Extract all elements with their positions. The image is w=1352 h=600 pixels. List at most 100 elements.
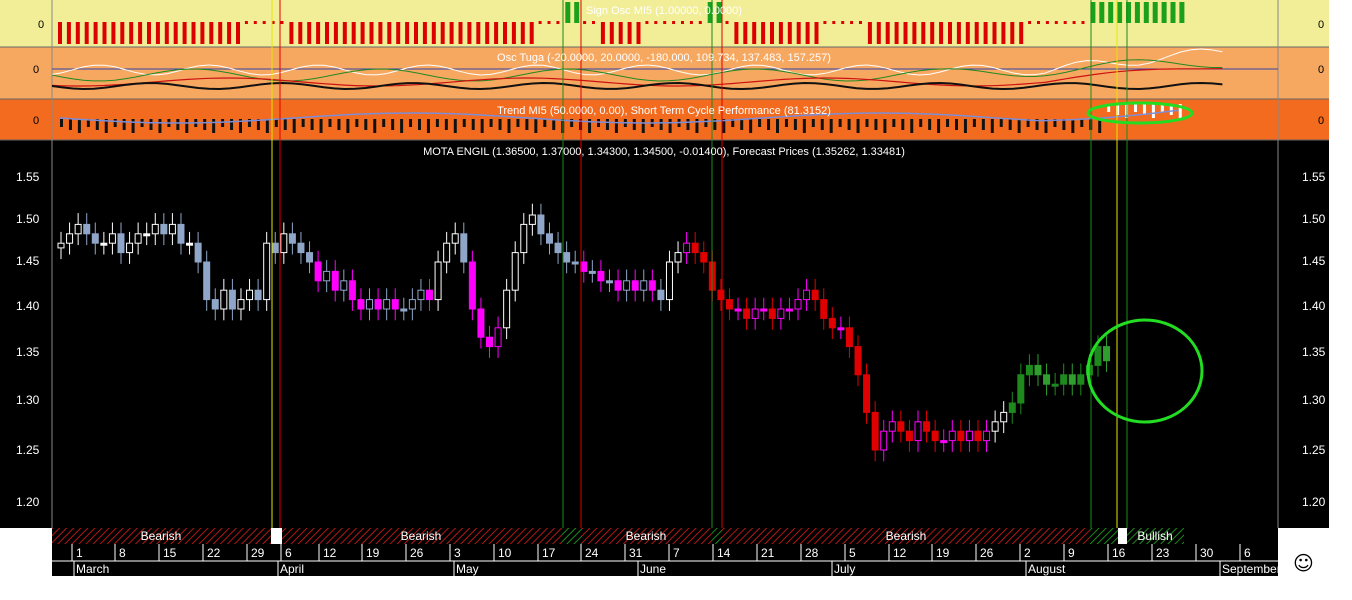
date-tick-label: 19 — [936, 546, 950, 560]
candle-body — [1017, 374, 1025, 404]
sign-osc-bar-bear — [867, 22, 872, 44]
date-tick-label: 5 — [849, 546, 856, 560]
sign-osc-bar-bull — [1143, 2, 1149, 23]
candle-body — [314, 261, 322, 282]
sign-osc-bar-bear — [930, 22, 935, 44]
sign-osc-bar-bear — [351, 22, 356, 44]
trend-zero-left: 0 — [33, 115, 39, 127]
regime-label: Bearish — [626, 529, 667, 543]
candle-body — [297, 242, 305, 254]
regime-band-bullish-a — [562, 528, 582, 544]
trend-bar-bear — [972, 119, 976, 127]
candle-body — [228, 289, 236, 310]
sign-osc-bar-bear — [200, 22, 205, 44]
candle-body — [494, 327, 502, 348]
candle-body — [537, 214, 545, 235]
sign-osc-bar-bear — [147, 22, 151, 44]
candle-body — [691, 242, 699, 254]
candle-body — [760, 308, 768, 312]
trend-bar-bear — [990, 119, 994, 133]
sign-osc-bar-bear — [333, 22, 338, 44]
trend-bar-bear — [489, 119, 493, 127]
date-tick-label: 16 — [1112, 546, 1126, 560]
candle-body — [1008, 402, 1016, 413]
date-tick-label: 8 — [119, 546, 126, 560]
candle-body — [1094, 346, 1102, 366]
osc-tuga-zero-right: 0 — [1318, 64, 1324, 76]
sign-osc-bar-bear — [814, 22, 819, 44]
sign-osc-bar-bear — [173, 22, 178, 44]
candle-body — [237, 299, 245, 310]
sign-osc-bar-bear — [494, 22, 499, 44]
trend-bar-bear — [865, 119, 869, 127]
sign-osc-bar-bear — [405, 22, 410, 44]
sign-osc-bar-bear — [894, 22, 899, 44]
sign-osc-bar-bear — [396, 22, 401, 44]
sign-osc-dot — [681, 21, 684, 24]
sign-osc-bar-bear — [787, 22, 792, 44]
candle-body — [108, 233, 116, 244]
trend-bar-bear — [838, 119, 842, 127]
trend-bar-bear — [1098, 119, 1102, 133]
candle-body — [348, 280, 356, 301]
smiley-icon[interactable]: ☺ — [1293, 551, 1314, 575]
candle-body — [271, 242, 279, 254]
trend-bar-bear — [480, 119, 484, 133]
sign-osc-bar-bull — [574, 2, 580, 23]
main-right-axis — [1278, 140, 1329, 528]
candle-body — [366, 299, 374, 310]
y-tick-left: 1.45 — [16, 254, 40, 268]
date-tick-label: 29 — [251, 546, 265, 560]
candle-body — [503, 289, 511, 329]
sign-osc-bar-bear — [752, 22, 757, 44]
candle-body — [74, 223, 82, 235]
candle-body — [563, 252, 571, 263]
sign-osc-bar-bear — [209, 22, 214, 44]
candle-body — [820, 299, 828, 319]
regime-label: Bearish — [886, 529, 927, 543]
sign-osc-bar-bear — [458, 22, 463, 44]
trend-bar-bear — [516, 119, 520, 127]
trend-bar-bear — [328, 119, 332, 127]
candle-body — [426, 289, 434, 301]
date-tick-label: 19 — [366, 546, 380, 560]
date-tick-label: 12 — [323, 546, 337, 560]
sign-osc-bar-bear — [440, 22, 445, 44]
sign-osc-dot — [280, 21, 284, 24]
trend-bar-bull — [1142, 104, 1146, 115]
candle-body — [203, 261, 211, 301]
trend-bar-bear — [749, 119, 753, 133]
sign-osc-bar-bull — [1117, 2, 1123, 23]
date-tick-label: 7 — [673, 546, 680, 560]
sign-osc-bar-bear — [529, 22, 534, 44]
regime-band-bullish-c — [1090, 528, 1118, 544]
trend-bar-bear — [901, 119, 905, 130]
trend-bar-bear — [955, 119, 958, 130]
date-tick-label: 2 — [1024, 546, 1031, 560]
sign-osc-bar-bear — [743, 22, 748, 44]
trend-bar-bear — [802, 119, 806, 133]
sign-osc-bar-bear — [467, 22, 472, 44]
y-tick-left: 1.50 — [16, 212, 40, 226]
candle-body — [126, 242, 134, 254]
candle-body — [520, 223, 528, 254]
candle-body — [854, 346, 862, 376]
candle-body — [623, 280, 631, 291]
sign-osc-dot — [850, 21, 854, 24]
candle-body — [91, 233, 99, 244]
sign-osc-bar-bear — [921, 22, 926, 44]
candle-body — [674, 252, 682, 263]
date-tick-label: 26 — [410, 546, 424, 560]
main-left-axis — [0, 140, 52, 528]
sign-osc-bar-bear — [120, 22, 125, 44]
trend-bar-bear — [310, 119, 314, 130]
trend-bar-bear — [704, 119, 708, 127]
sign-osc-bar-bear — [325, 22, 329, 44]
month-label: September — [1222, 562, 1281, 576]
candle-body — [168, 223, 176, 235]
candle-body — [323, 270, 331, 282]
sign-osc-bar-bear — [431, 22, 436, 44]
sign-osc-bar-bear — [805, 22, 810, 44]
candle-body — [254, 289, 262, 301]
trend-bar-bear — [301, 119, 305, 127]
